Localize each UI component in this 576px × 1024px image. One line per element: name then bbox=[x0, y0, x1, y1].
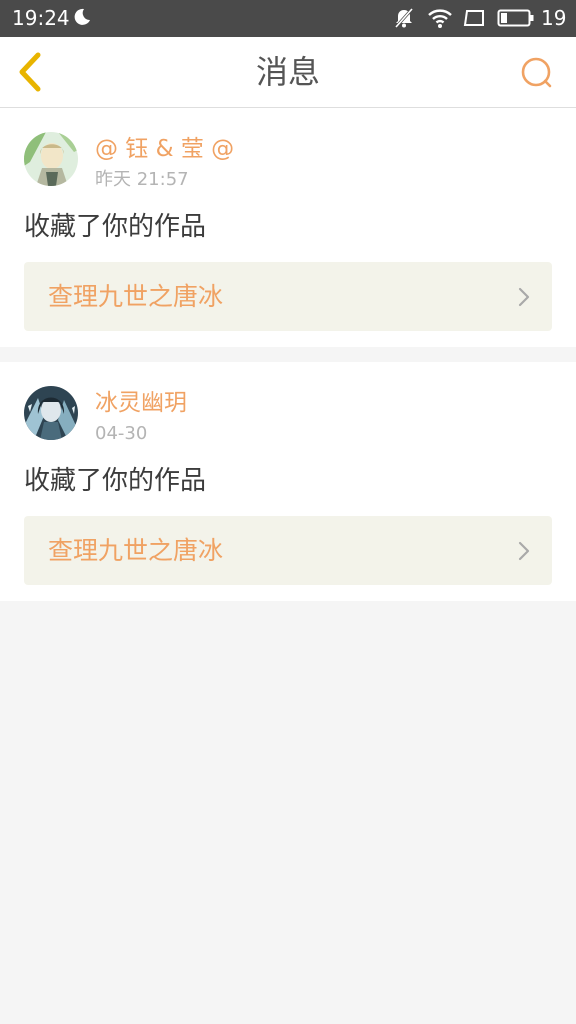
message-time: 04-30 bbox=[95, 423, 148, 444]
user-avatar-image bbox=[24, 132, 78, 186]
chevron-right-icon bbox=[518, 287, 530, 307]
avatar[interactable] bbox=[24, 386, 78, 440]
message-time: 昨天 21:57 bbox=[95, 169, 189, 190]
title-bar: 消息 bbox=[0, 37, 576, 108]
chevron-right-icon bbox=[518, 541, 530, 561]
avatar[interactable] bbox=[24, 132, 78, 186]
chevron-left-icon bbox=[19, 52, 41, 92]
message-text: 收藏了你的作品 bbox=[24, 466, 207, 496]
screen-icon bbox=[463, 10, 484, 26]
work-title: 查理九世之唐冰 bbox=[48, 536, 224, 565]
moon-icon bbox=[74, 8, 90, 25]
bell-off-icon bbox=[394, 8, 414, 28]
user-name[interactable]: 冰灵幽玥 bbox=[95, 388, 187, 418]
status-time: 19:24 bbox=[12, 6, 70, 30]
user-name[interactable]: @ 钰 & 莹 @ bbox=[95, 134, 234, 164]
search-button[interactable] bbox=[514, 51, 558, 95]
battery-level: 19 bbox=[541, 6, 567, 30]
status-bar: 19:24 19 bbox=[0, 0, 576, 37]
work-title: 查理九世之唐冰 bbox=[48, 282, 224, 311]
search-icon bbox=[521, 57, 552, 88]
back-button[interactable] bbox=[8, 47, 54, 97]
work-link[interactable]: 查理九世之唐冰 bbox=[24, 516, 552, 585]
message-item: 冰灵幽玥 04-30 收藏了你的作品 查理九世之唐冰 bbox=[0, 362, 576, 601]
battery-icon bbox=[497, 9, 534, 27]
message-text: 收藏了你的作品 bbox=[24, 212, 207, 242]
user-avatar-image bbox=[24, 386, 78, 440]
page-title: 消息 bbox=[255, 53, 320, 91]
message-item: @ 钰 & 莹 @ 昨天 21:57 收藏了你的作品 查理九世之唐冰 bbox=[0, 108, 576, 347]
wifi-icon bbox=[428, 9, 452, 28]
work-link[interactable]: 查理九世之唐冰 bbox=[24, 262, 552, 331]
